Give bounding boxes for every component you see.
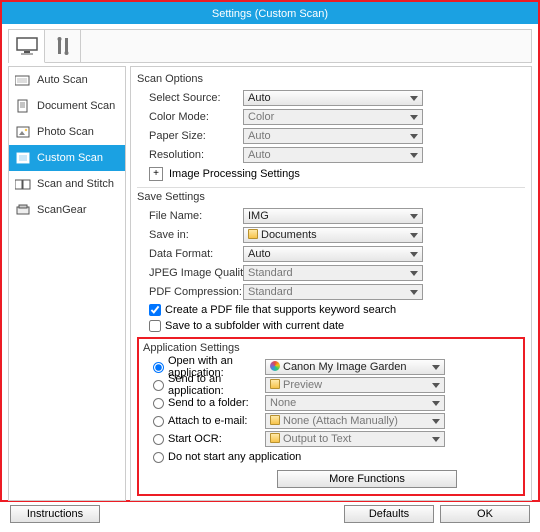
document-icon <box>15 99 31 113</box>
sidebar-item-document-scan[interactable]: Document Scan <box>9 93 125 119</box>
more-functions-button[interactable]: More Functions <box>277 470 457 488</box>
radio-open-app-input[interactable] <box>153 362 164 373</box>
pdf-compression-dropdown: Standard <box>243 284 423 300</box>
folder-icon <box>270 433 280 443</box>
folder-icon <box>248 229 258 239</box>
folder-icon <box>270 415 280 425</box>
chk-subfolder-date[interactable]: Save to a subfolder with current date <box>149 318 525 334</box>
radio-attach-email-input[interactable] <box>153 416 164 427</box>
sidebar-item-scan-stitch[interactable]: Scan and Stitch <box>9 171 125 197</box>
pdf-compression-label: PDF Compression: <box>137 286 243 298</box>
application-settings-group: Application Settings Open with an applic… <box>137 337 525 496</box>
data-format-dropdown[interactable]: Auto <box>243 246 423 262</box>
jpeg-quality-dropdown: Standard <box>243 265 423 281</box>
send-folder-dropdown: None <box>265 395 445 411</box>
radio-attach-email[interactable]: Attach to e-mail: <box>143 415 265 427</box>
radio-send-app-input[interactable] <box>153 380 164 391</box>
chk-keyword-label: Create a PDF file that supports keyword … <box>165 304 396 316</box>
window-title: Settings (Custom Scan) <box>212 8 328 20</box>
settings-panel: Scan Options Select Source: Auto Color M… <box>130 66 532 501</box>
data-format-label: Data Format: <box>137 248 243 260</box>
radio-start-ocr[interactable]: Start OCR: <box>143 433 265 445</box>
sidebar-item-custom-scan[interactable]: Custom Scan <box>9 145 125 171</box>
sidebar: Auto Scan Document Scan Photo Scan Custo… <box>8 66 126 501</box>
palette-icon <box>270 361 280 371</box>
ok-button[interactable]: OK <box>440 505 530 523</box>
paper-size-dropdown: Auto <box>243 128 423 144</box>
ocr-dropdown: Output to Text <box>265 431 445 447</box>
radio-send-app[interactable]: Send to an application: <box>143 373 265 397</box>
resolution-label: Resolution: <box>137 149 243 161</box>
radio-send-folder[interactable]: Send to a folder: <box>143 397 265 409</box>
photo-icon <box>15 125 31 139</box>
sidebar-item-label: Custom Scan <box>37 152 103 164</box>
save-in-dropdown[interactable]: Documents <box>243 227 423 243</box>
send-app-dropdown: Preview <box>265 377 445 393</box>
chk-subfolder-label: Save to a subfolder with current date <box>165 320 344 332</box>
jpeg-quality-label: JPEG Image Quality: <box>137 267 243 279</box>
open-app-dropdown[interactable]: Canon My Image Garden <box>265 359 445 375</box>
divider <box>137 187 525 188</box>
file-name-combo[interactable]: IMG <box>243 208 423 224</box>
tools-icon <box>54 36 72 56</box>
radio-start-ocr-input[interactable] <box>153 434 164 445</box>
sidebar-item-scangear[interactable]: ScanGear <box>9 197 125 223</box>
radio-no-app[interactable]: Do not start any application <box>143 451 301 463</box>
auto-scan-icon <box>15 73 31 87</box>
save-in-label: Save in: <box>137 229 243 241</box>
tab-scan-from-computer[interactable] <box>9 30 45 63</box>
scan-options-title: Scan Options <box>137 73 525 85</box>
save-settings-title: Save Settings <box>137 191 525 203</box>
dialog-footer: Instructions Defaults OK <box>8 501 532 527</box>
scangear-icon <box>15 203 31 217</box>
sidebar-item-photo-scan[interactable]: Photo Scan <box>9 119 125 145</box>
sidebar-item-label: ScanGear <box>37 204 87 216</box>
custom-icon <box>15 151 31 165</box>
file-name-label: File Name: <box>137 210 243 222</box>
chk-keyword-search[interactable]: Create a PDF file that supports keyword … <box>149 302 525 318</box>
folder-icon <box>270 379 280 389</box>
tab-tools[interactable] <box>45 30 81 62</box>
instructions-button[interactable]: Instructions <box>10 505 100 523</box>
chk-keyword-input[interactable] <box>149 304 161 316</box>
sidebar-item-label: Photo Scan <box>37 126 94 138</box>
img-processing-label: Image Processing Settings <box>169 168 300 180</box>
resolution-dropdown: Auto <box>243 147 423 163</box>
defaults-button[interactable]: Defaults <box>344 505 434 523</box>
sidebar-item-label: Auto Scan <box>37 74 88 86</box>
app-settings-title: Application Settings <box>143 342 519 354</box>
color-mode-label: Color Mode: <box>137 111 243 123</box>
color-mode-dropdown: Color <box>243 109 423 125</box>
stitch-icon <box>15 177 31 191</box>
radio-send-folder-input[interactable] <box>153 398 164 409</box>
sidebar-item-label: Scan and Stitch <box>37 178 114 190</box>
chk-subfolder-input[interactable] <box>149 320 161 332</box>
sidebar-item-auto-scan[interactable]: Auto Scan <box>9 67 125 93</box>
monitor-icon <box>16 37 38 55</box>
select-source-label: Select Source: <box>137 92 243 104</box>
sidebar-item-label: Document Scan <box>37 100 115 112</box>
expand-img-processing[interactable]: + <box>149 167 163 181</box>
select-source-dropdown[interactable]: Auto <box>243 90 423 106</box>
radio-no-app-input[interactable] <box>153 452 164 463</box>
paper-size-label: Paper Size: <box>137 130 243 142</box>
window-titlebar: Settings (Custom Scan) <box>2 2 538 24</box>
top-toolbar <box>8 29 532 63</box>
attach-email-dropdown: None (Attach Manually) <box>265 413 445 429</box>
